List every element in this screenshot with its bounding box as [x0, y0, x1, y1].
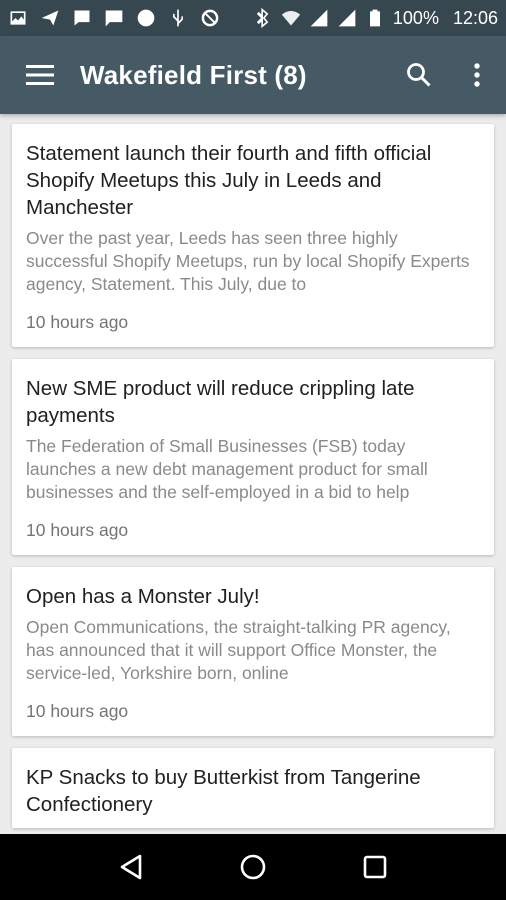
- signal-icon: [309, 8, 329, 28]
- message-icon: [72, 8, 92, 28]
- menu-icon: [26, 65, 54, 85]
- article-title: Open has a Monster July!: [26, 585, 260, 608]
- search-icon: [407, 63, 431, 87]
- bluetooth-icon: [253, 8, 273, 28]
- back-icon: [120, 854, 142, 880]
- article-title: Statement launch their fourth and fifth …: [26, 142, 432, 219]
- more-vert-icon: [474, 63, 480, 87]
- article-title: KP Snacks to buy Butterkist from Tangeri…: [26, 766, 421, 816]
- app-bar: Wakefield First (8): [0, 36, 506, 114]
- signal-icon: [337, 8, 357, 28]
- notification-icons: [8, 8, 220, 28]
- home-icon: [240, 854, 266, 880]
- article-list[interactable]: Statement launch their fourth and fifth …: [0, 114, 506, 834]
- article-title: New SME product will reduce crippling la…: [26, 377, 415, 427]
- circle-icon: [136, 8, 156, 28]
- home-button[interactable]: [223, 837, 283, 897]
- status-bar: 100% 12:06: [0, 0, 506, 36]
- article-card[interactable]: Open has a Monster July! Open Communicat…: [12, 567, 494, 736]
- send-icon: [40, 8, 60, 28]
- article-card[interactable]: New SME product will reduce crippling la…: [12, 359, 494, 555]
- more-options-button[interactable]: [448, 36, 506, 114]
- navigation-bar: [0, 834, 506, 900]
- article-excerpt: The Federation of Small Businesses (FSB)…: [26, 436, 428, 502]
- recents-icon: [363, 855, 387, 879]
- article-timestamp: 10 hours ago: [26, 520, 129, 540]
- article-timestamp: 10 hours ago: [26, 312, 129, 332]
- back-button[interactable]: [101, 837, 161, 897]
- system-status: 100% 12:06: [253, 8, 498, 29]
- menu-button[interactable]: [0, 36, 80, 114]
- recents-button[interactable]: [345, 837, 405, 897]
- article-card[interactable]: Statement launch their fourth and fifth …: [12, 124, 494, 347]
- wifi-icon: [281, 8, 301, 28]
- blocked-icon: [200, 8, 220, 28]
- article-excerpt: Over the past year, Leeds has seen three…: [26, 228, 470, 294]
- battery-level: 100%: [392, 7, 439, 28]
- chat-icon: [104, 8, 124, 28]
- usb-icon: [168, 8, 188, 28]
- article-excerpt: Open Communications, the straight-talkin…: [26, 617, 451, 683]
- article-timestamp: 10 hours ago: [26, 701, 129, 721]
- clock: 12:06: [452, 7, 498, 28]
- battery-icon: [365, 8, 385, 28]
- search-button[interactable]: [390, 36, 448, 114]
- image-icon: [8, 8, 28, 28]
- article-card[interactable]: KP Snacks to buy Butterkist from Tangeri…: [12, 748, 494, 828]
- page-title: Wakefield First (8): [80, 59, 307, 90]
